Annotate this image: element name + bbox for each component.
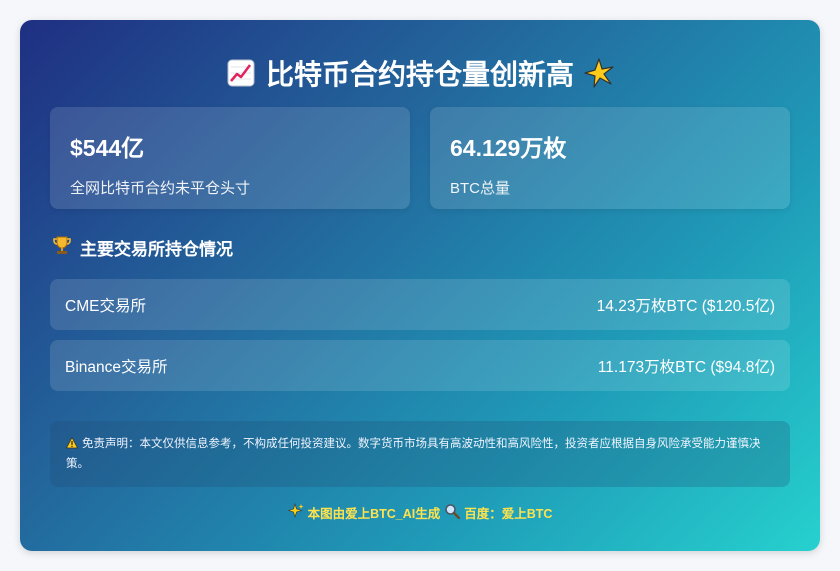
exchange-row: Binance交易所 11.173万枚BTC ($94.8亿)	[50, 340, 790, 391]
exchange-name: Binance交易所	[65, 358, 168, 376]
magnifier-icon	[444, 503, 461, 522]
trophy-icon	[52, 235, 72, 260]
footer-search-text: 百度：爱上BTC	[464, 507, 553, 521]
section-title: 主要交易所持仓情况	[52, 235, 233, 260]
stat-label: BTC总量	[450, 180, 511, 197]
stat-value: 64.129万枚	[450, 135, 567, 161]
disclaimer-text: 免责声明：本文仅供信息参考，不构成任何投资建议。数字货币市场具有高波动性和高风险…	[66, 438, 761, 470]
stat-label: 全网比特币合约未平仓头寸	[70, 180, 251, 197]
exchange-holding: 11.173万枚BTC ($94.8亿)	[597, 358, 775, 376]
stat-card-open-interest: $544亿 全网比特币合约未平仓头寸	[50, 107, 410, 209]
page-title: 比特币合约持仓量创新高	[20, 53, 820, 93]
section-title-text: 主要交易所持仓情况	[80, 240, 233, 259]
disclaimer: 免责声明：本文仅供信息参考，不构成任何投资建议。数字货币市场具有高波动性和高风险…	[50, 421, 790, 487]
chart-increasing-icon	[226, 58, 256, 88]
warning-icon	[65, 436, 79, 455]
exchange-name: CME交易所	[65, 297, 146, 315]
exchange-holding: 14.23万枚BTC ($120.5亿)	[596, 297, 775, 315]
stat-card-btc-total: 64.129万枚 BTC总量	[430, 107, 790, 209]
info-card: 比特币合约持仓量创新高 $544亿 全网比特币合约未平仓头寸 64.129万枚 …	[20, 20, 820, 551]
sparkles-icon	[287, 502, 304, 522]
sparkle-star-icon	[584, 58, 614, 88]
footer: 本图由爱上BTC_AI生成 百度：爱上BTC	[20, 502, 820, 522]
stat-value: $544亿	[70, 135, 145, 161]
title-text: 比特币合约持仓量创新高	[265, 59, 574, 90]
exchange-row: CME交易所 14.23万枚BTC ($120.5亿)	[50, 279, 790, 330]
footer-generated-text: 本图由爱上BTC_AI生成	[307, 507, 441, 521]
